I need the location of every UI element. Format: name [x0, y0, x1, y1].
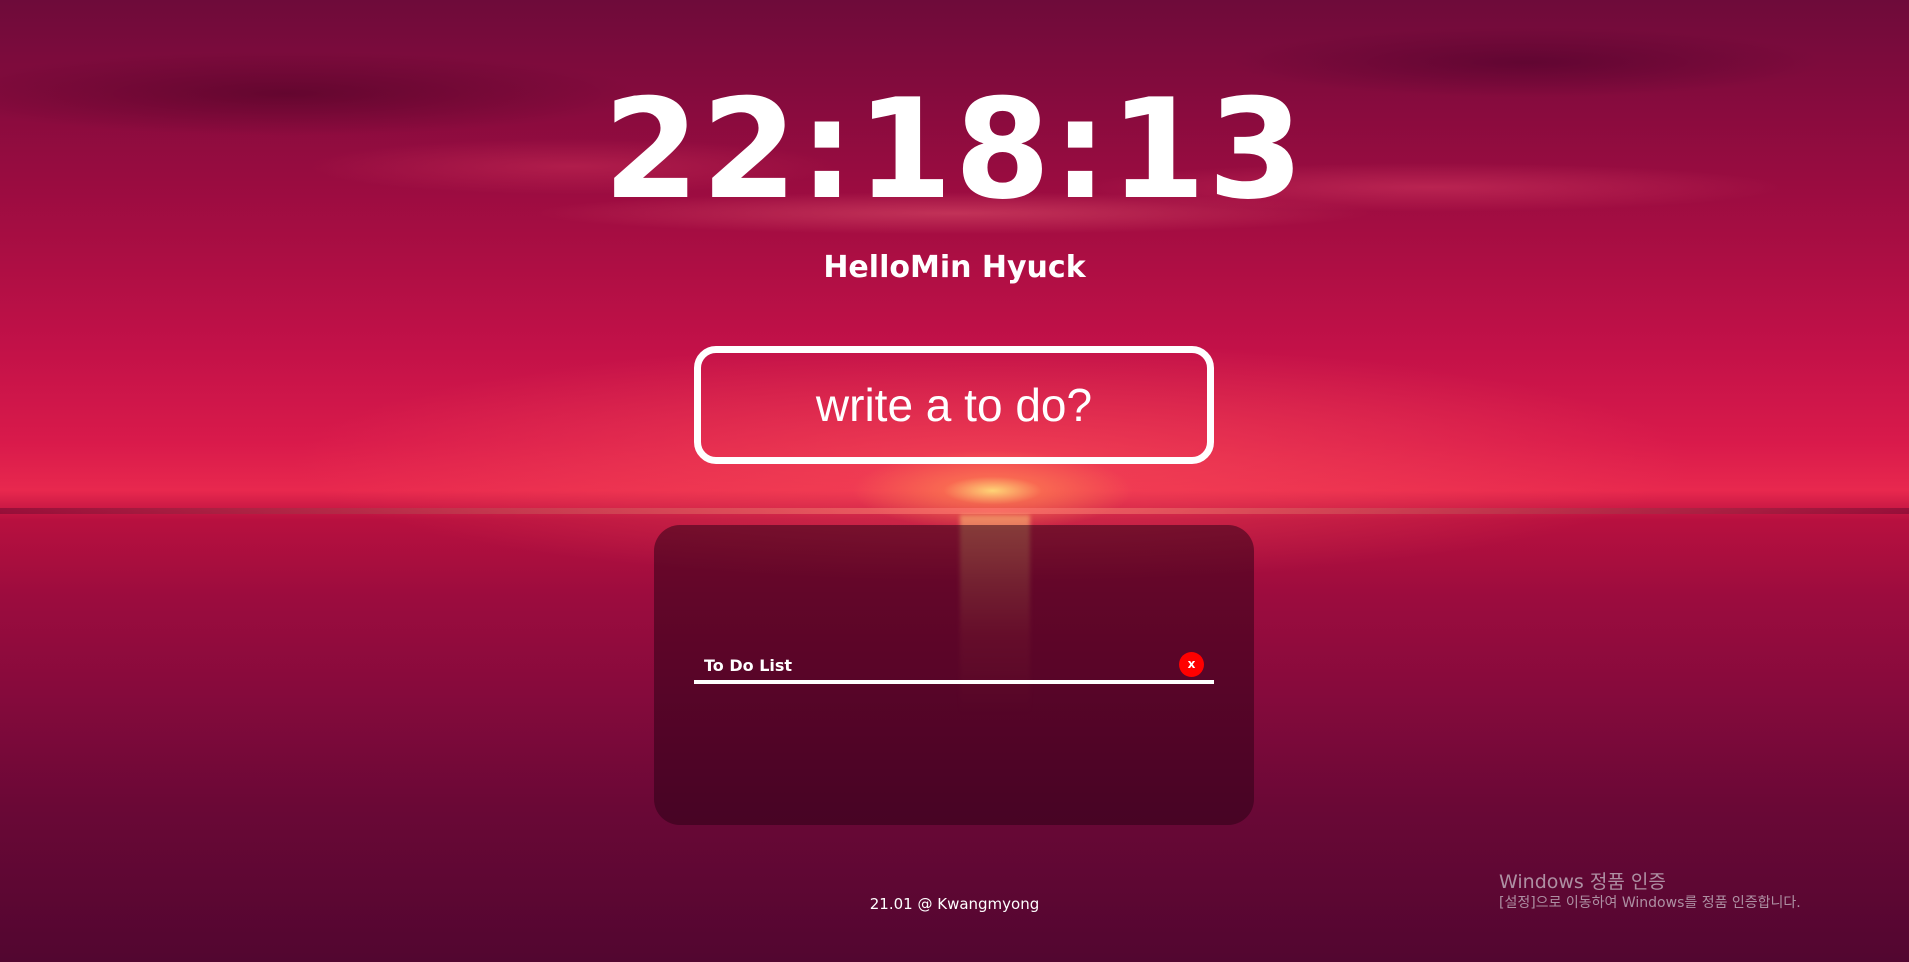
todo-input[interactable]: [701, 353, 1207, 457]
activation-title: Windows 정품 인증: [1499, 871, 1666, 893]
todo-list-item: To Do List x: [694, 652, 1214, 684]
greeting-text: HelloMin Hyuck: [823, 250, 1086, 285]
windows-activation-watermark: Windows 정품 인증 [설정]으로 이동하여 Windows를 정품 인증…: [1499, 870, 1899, 912]
todo-form: [694, 346, 1214, 464]
activation-subtitle: [설정]으로 이동하여 Windows를 정품 인증합니다.: [1499, 895, 1801, 911]
delete-todo-button[interactable]: x: [1179, 652, 1204, 677]
horizon-line: [0, 508, 1909, 514]
todo-list-panel: To Do List x: [654, 525, 1254, 825]
clock-display: 22:18:13: [603, 69, 1306, 230]
todo-item-text: To Do List: [704, 656, 793, 675]
